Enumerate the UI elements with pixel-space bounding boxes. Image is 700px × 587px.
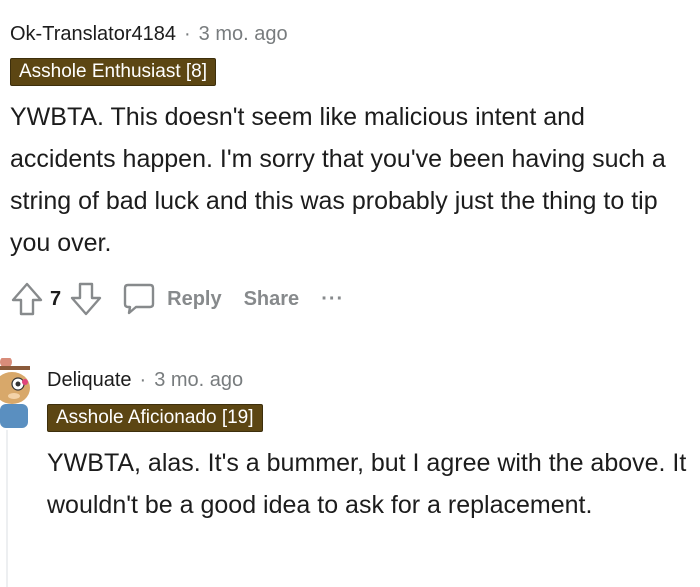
avatar[interactable] <box>0 356 34 428</box>
upvote-icon[interactable] <box>10 281 44 317</box>
share-label: Share <box>243 287 300 310</box>
comment-2: Deliquate · 3 mo. ago Asshole Aficionado… <box>47 364 687 526</box>
downvote-icon[interactable] <box>69 281 103 317</box>
comment-meta: Deliquate · 3 mo. ago <box>47 364 687 396</box>
comment-meta: Ok-Translator4184 · 3 mo. ago <box>10 18 690 50</box>
share-button[interactable]: Share <box>244 288 300 311</box>
user-flair: Asshole Aficionado [19] <box>47 404 263 432</box>
reply-button[interactable]: Reply <box>121 281 222 317</box>
comment-actions: 7 Reply Share ··· <box>10 280 690 318</box>
comment-author[interactable]: Ok-Translator4184 <box>10 23 176 46</box>
comment-timestamp[interactable]: 3 mo. ago <box>199 23 288 46</box>
reply-label: Reply <box>167 287 222 310</box>
vote-score: 7 <box>50 287 62 310</box>
comment-timestamp[interactable]: 3 mo. ago <box>154 369 243 392</box>
meta-separator: · <box>184 22 191 45</box>
more-icon: ··· <box>321 287 345 310</box>
meta-separator: · <box>139 368 147 391</box>
comment-author[interactable]: Deliquate <box>47 369 132 392</box>
user-flair: Asshole Enthusiast [8] <box>10 58 216 86</box>
comment-body: YWBTA. This doesn't seem like malicious … <box>10 103 666 257</box>
thread-line[interactable] <box>6 430 8 587</box>
more-options-button[interactable]: ··· <box>321 288 344 311</box>
comment-1: Ok-Translator4184 · 3 mo. ago Asshole En… <box>10 18 690 318</box>
comment-icon <box>121 281 157 317</box>
comment-body: YWBTA, alas. It's a bummer, but I agree … <box>47 449 687 519</box>
